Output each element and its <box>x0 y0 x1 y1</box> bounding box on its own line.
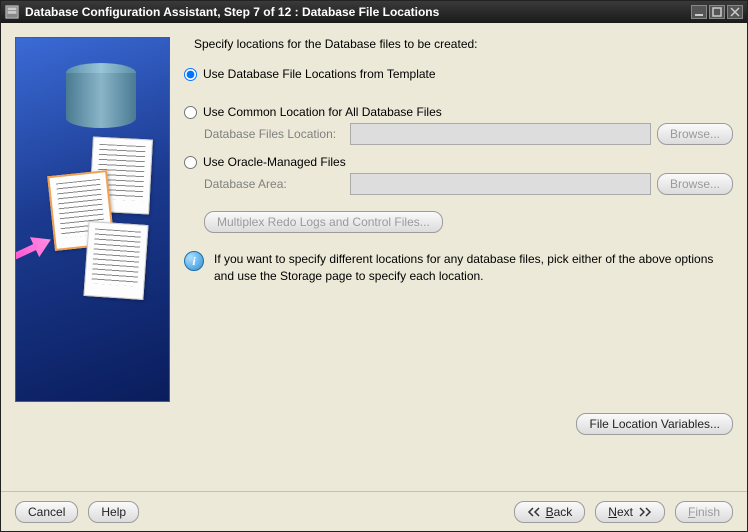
option-omf: Use Oracle-Managed Files <box>184 155 733 169</box>
sidebar-illustration <box>15 37 170 402</box>
file-icon <box>83 221 148 300</box>
chevron-left-icon <box>527 507 541 517</box>
cancel-button[interactable]: Cancel <box>15 501 78 523</box>
option-common: Use Common Location for All Database Fil… <box>184 105 733 119</box>
info-row: i If you want to specify different locat… <box>184 251 733 285</box>
back-button[interactable]: Back <box>514 501 586 523</box>
radio-use-template-label[interactable]: Use Database File Locations from Templat… <box>203 67 436 81</box>
content-area: Specify locations for the Database files… <box>1 23 747 491</box>
maximize-button[interactable] <box>709 5 725 19</box>
minimize-button[interactable] <box>691 5 707 19</box>
radio-use-omf-label[interactable]: Use Oracle-Managed Files <box>203 155 346 169</box>
row-db-files-location: Database Files Location: Browse... <box>204 123 733 145</box>
close-button[interactable] <box>727 5 743 19</box>
finish-label: inish <box>695 505 720 519</box>
app-icon <box>5 5 19 19</box>
db-files-location-input[interactable] <box>350 123 651 145</box>
help-button[interactable]: Help <box>88 501 139 523</box>
info-icon: i <box>184 251 204 271</box>
back-label: ack <box>554 505 573 519</box>
window-title: Database Configuration Assistant, Step 7… <box>25 5 689 19</box>
next-button[interactable]: Next <box>595 501 665 523</box>
browse-button-omf[interactable]: Browse... <box>657 173 733 195</box>
info-text: If you want to specify different locatio… <box>214 251 733 285</box>
instruction-text: Specify locations for the Database files… <box>194 37 733 51</box>
radio-use-template[interactable] <box>184 68 197 81</box>
chevron-right-icon <box>638 507 652 517</box>
radio-use-omf[interactable] <box>184 156 197 169</box>
next-label: ext <box>617 505 633 519</box>
radio-use-common[interactable] <box>184 106 197 119</box>
file-location-variables-button[interactable]: File Location Variables... <box>576 413 733 435</box>
db-area-label: Database Area: <box>204 177 344 191</box>
window: Database Configuration Assistant, Step 7… <box>0 0 748 532</box>
option-template: Use Database File Locations from Templat… <box>184 67 733 81</box>
arrow-icon <box>15 230 56 269</box>
db-area-input[interactable] <box>350 173 651 195</box>
finish-button[interactable]: Finish <box>675 501 733 523</box>
radio-use-common-label[interactable]: Use Common Location for All Database Fil… <box>203 105 442 119</box>
database-icon <box>66 63 136 128</box>
row-db-area: Database Area: Browse... <box>204 173 733 195</box>
browse-button-common[interactable]: Browse... <box>657 123 733 145</box>
db-files-location-label: Database Files Location: <box>204 127 344 141</box>
multiplex-button[interactable]: Multiplex Redo Logs and Control Files... <box>204 211 443 233</box>
titlebar[interactable]: Database Configuration Assistant, Step 7… <box>1 1 747 23</box>
footer: Cancel Help Back Next Finish <box>1 491 747 531</box>
